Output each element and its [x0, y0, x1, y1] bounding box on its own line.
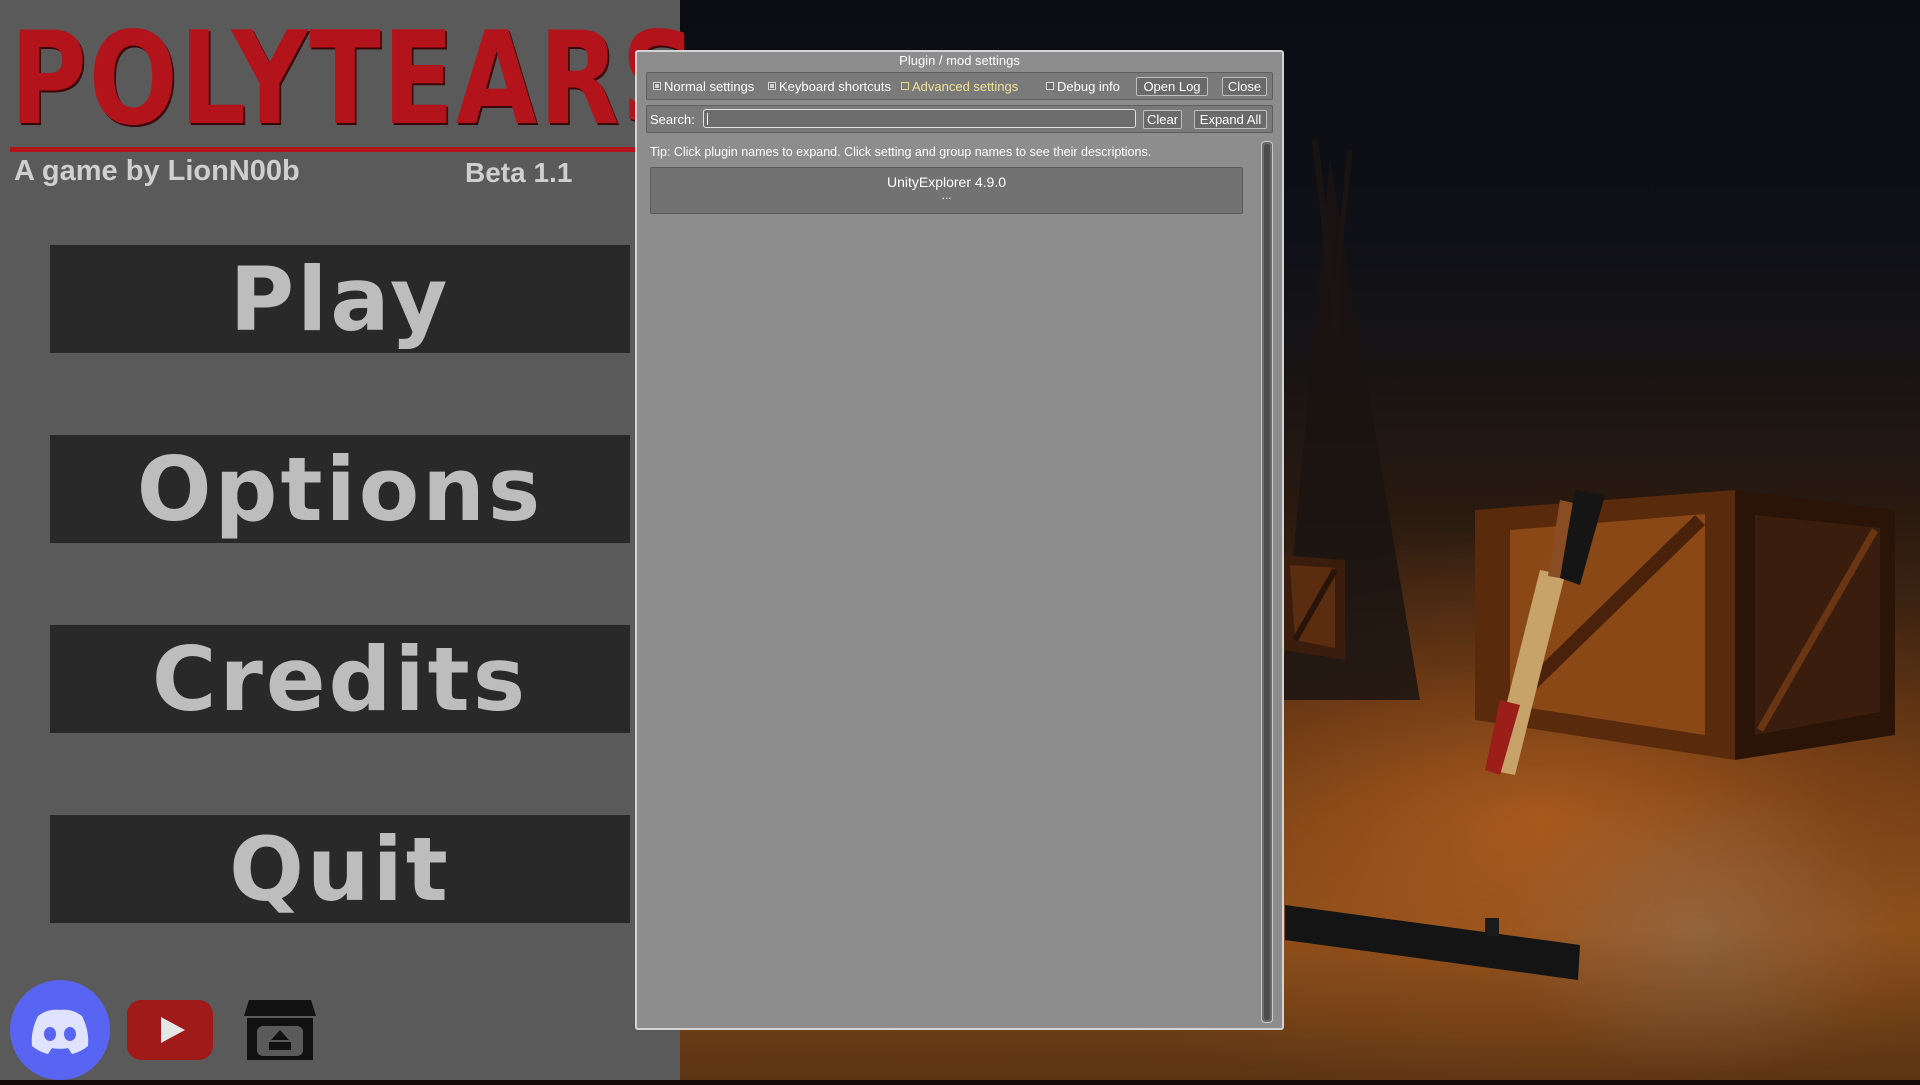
crate-back [1280, 555, 1345, 660]
clear-button[interactable]: Clear [1143, 110, 1182, 129]
search-input[interactable] [703, 109, 1136, 128]
settings-toolbar: Normal settings Keyboard shortcuts Advan… [646, 72, 1273, 100]
scrollbar-thumb[interactable] [1264, 144, 1270, 1020]
discord-icon[interactable] [10, 980, 110, 1080]
youtube-icon[interactable] [127, 1000, 213, 1060]
itchio-icon[interactable] [243, 994, 317, 1064]
game-logo: POLYTEARS [10, 5, 699, 154]
search-label: Search: [650, 111, 695, 127]
options-button[interactable]: Options [50, 435, 630, 543]
checkbox-icon [901, 82, 909, 90]
rifle [1285, 905, 1580, 980]
plugin-settings-window: Plugin / mod settings Normal settings Ke… [635, 50, 1284, 1030]
logo-text: POLYTEARS [10, 5, 699, 154]
search-bar: Search: Clear Expand All [646, 105, 1273, 133]
toggle-label: Normal settings [664, 78, 755, 94]
checkbox-icon [1046, 82, 1054, 90]
toggle-label: Advanced settings [912, 78, 1019, 94]
checkbox-icon [768, 82, 776, 90]
toggle-label: Keyboard shortcuts [779, 78, 892, 94]
advanced-settings-toggle[interactable]: Advanced settings [901, 73, 1018, 99]
game-author: A game by LionN00b [14, 155, 300, 187]
expand-all-button[interactable]: Expand All [1194, 110, 1267, 129]
main-menu-panel: POLYTEARS A game by LionN00b Beta 1.1 Pl… [0, 0, 699, 1080]
close-button[interactable]: Close [1222, 77, 1267, 96]
credits-button[interactable]: Credits [50, 625, 630, 733]
open-log-button[interactable]: Open Log [1136, 77, 1208, 96]
plugin-collapsed-indicator: ... [941, 188, 952, 202]
text-caret [707, 113, 708, 125]
debug-info-toggle[interactable]: Debug info [1046, 73, 1120, 99]
play-button[interactable]: Play [50, 245, 630, 353]
checkbox-icon [653, 82, 661, 90]
tip-text: Tip: Click plugin names to expand. Click… [650, 145, 1152, 159]
normal-settings-toggle[interactable]: Normal settings [653, 73, 754, 99]
quit-button[interactable]: Quit [50, 815, 630, 923]
vertical-scrollbar[interactable] [1261, 141, 1273, 1023]
toggle-label: Debug info [1057, 78, 1120, 94]
window-title: Plugin / mod settings [899, 53, 1020, 68]
game-version: Beta 1.1 [465, 157, 573, 188]
logo-underline [10, 147, 636, 152]
keyboard-shortcuts-toggle[interactable]: Keyboard shortcuts [768, 73, 891, 99]
plugin-entry-unityexplorer[interactable]: UnityExplorer 4.9.0 ... [650, 167, 1243, 214]
